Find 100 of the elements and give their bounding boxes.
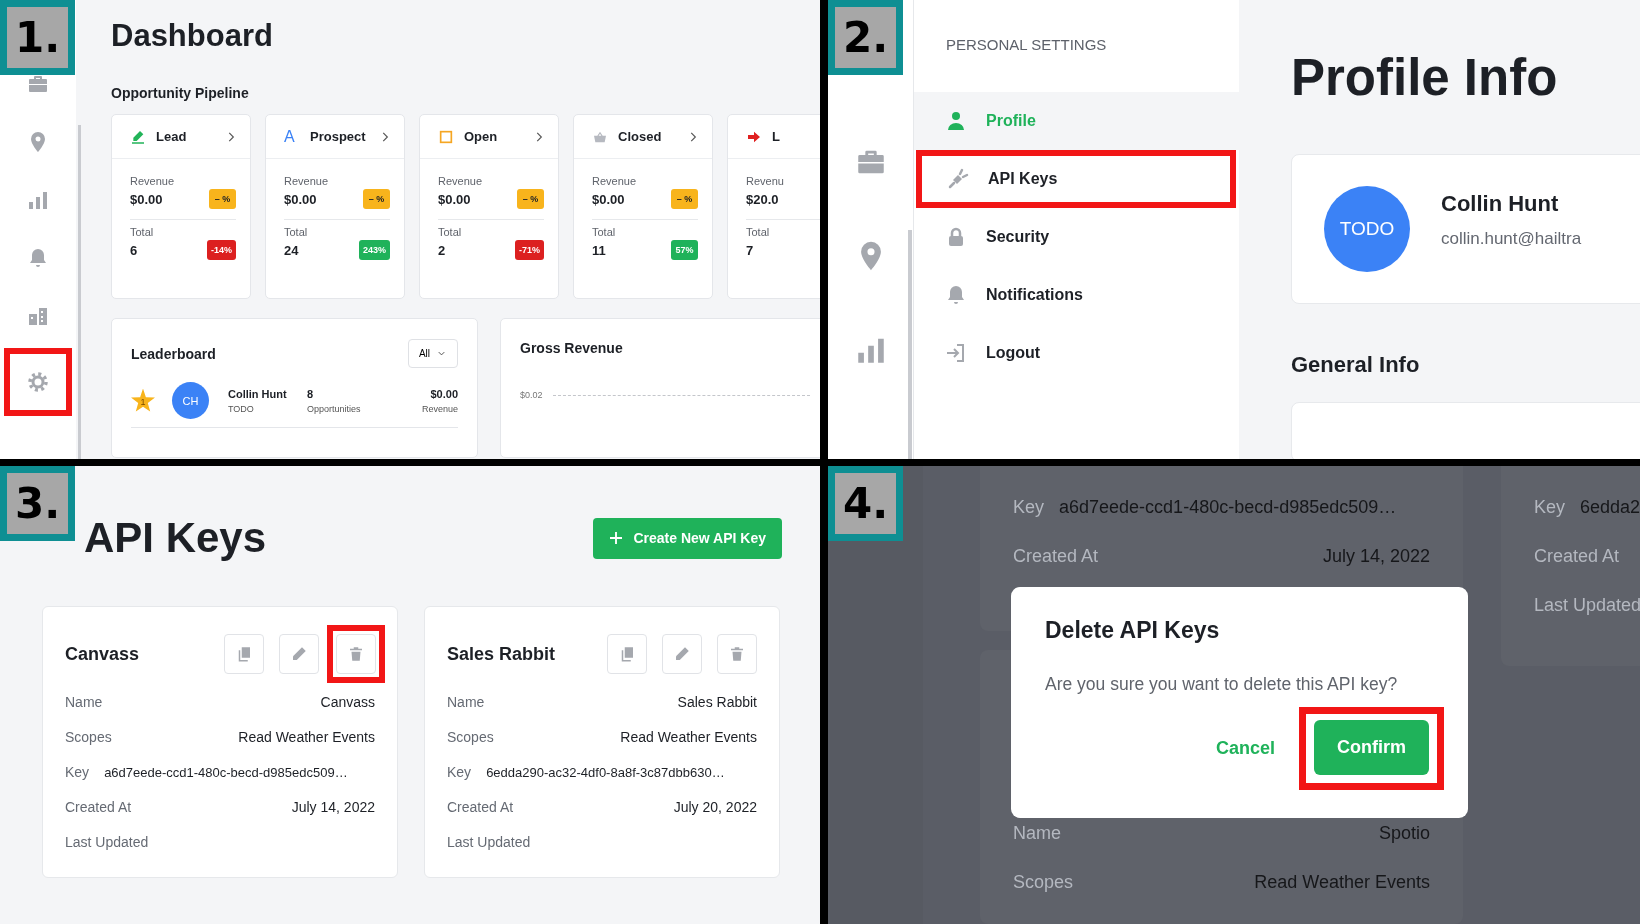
square-icon — [438, 128, 454, 145]
stage-title[interactable]: L — [772, 129, 820, 144]
field-value: Read Weather Events — [620, 729, 757, 745]
copy-button[interactable] — [224, 634, 264, 674]
copy-button[interactable] — [607, 634, 647, 674]
amount-label: Revenue — [421, 403, 458, 414]
change-badge: – % — [363, 189, 390, 209]
stage-title[interactable]: Prospect — [310, 129, 368, 144]
delete-button[interactable] — [717, 634, 757, 674]
step-badge: 1. — [0, 0, 75, 75]
field-value: a6d7eede-ccd1-480c-becd-d985edc509… — [1059, 496, 1397, 518]
menu-item[interactable]: Notifications — [914, 266, 1239, 324]
metric-value: $0.00 — [284, 191, 317, 207]
field-label: Scopes — [1013, 871, 1074, 893]
metric-value: 7 — [746, 242, 754, 258]
revenue-amount: $0.00 — [430, 387, 458, 400]
change-badge: 57% — [671, 240, 698, 260]
field-value: Read Weather Events — [238, 729, 375, 745]
metric-label: Total — [284, 226, 309, 238]
field-label: Created At — [65, 799, 132, 815]
pencil-icon — [290, 645, 308, 663]
field-label: Created At — [1534, 545, 1620, 567]
menu-heading: PERSONAL SETTINGS — [945, 36, 1108, 55]
metric-label: Revenue — [130, 175, 176, 187]
pen-icon — [130, 128, 146, 145]
metric-label: Revenue — [284, 175, 330, 187]
trash-icon — [728, 645, 746, 663]
card-title: Gross Revenue — [520, 340, 623, 356]
change-badge: – % — [517, 189, 544, 209]
metric-label: Total — [746, 226, 771, 238]
axis-label: $0.02 — [520, 390, 543, 400]
card-title: Leaderboard — [131, 345, 216, 362]
person-name: Collin Hunt — [228, 387, 288, 400]
field-label: Last Updated — [1534, 594, 1640, 616]
profile-name: Collin Hunt — [1441, 191, 1560, 217]
step-badge: 2. — [828, 0, 903, 75]
filter-dropdown[interactable]: All — [407, 339, 458, 368]
edit-button[interactable] — [279, 634, 319, 674]
stage-title[interactable]: Open — [464, 129, 522, 144]
opportunity-count: 8 — [307, 387, 315, 400]
field-label: Name — [1013, 822, 1061, 844]
change-badge: 243% — [358, 240, 390, 260]
menu-item[interactable]: Security — [914, 208, 1239, 266]
metric-value: $0.00 — [130, 191, 163, 207]
metric-value: 6 — [130, 242, 138, 258]
change-badge: -14% — [207, 240, 236, 260]
field-value: July 14, 2022 — [291, 799, 375, 815]
menu-item[interactable]: API Keys — [922, 156, 1230, 202]
field-value: 6edda290-ac32-4df0-8a8f-3c87dbb630… — [486, 764, 725, 780]
field-value: Spotio — [1378, 822, 1430, 844]
metric-label: Revenue — [438, 175, 484, 187]
step-badge: 3. — [0, 466, 75, 541]
field-value: Canvass — [320, 694, 375, 710]
section-title: Opportunity Pipeline — [111, 85, 250, 101]
metric-value: 2 — [438, 242, 446, 258]
metric-value: $0.00 — [438, 191, 471, 207]
card-title: Sales Rabbit — [447, 643, 557, 665]
metric-value: 11 — [592, 242, 606, 258]
dialog-title: Delete API Keys — [1045, 617, 1221, 644]
field-label: Key — [447, 764, 472, 780]
field-label: Created At — [1013, 545, 1099, 567]
stage-title[interactable]: Closed — [618, 129, 676, 144]
edit-button[interactable] — [662, 634, 702, 674]
field-label: Scopes — [65, 729, 112, 745]
avatar: CH — [172, 382, 209, 419]
section-title: General Info — [1291, 352, 1421, 378]
metric-value: $20.0 — [746, 191, 779, 207]
card-title: Canvass — [65, 643, 141, 665]
profile-email: collin.hunt@hailtra — [1441, 229, 1582, 249]
field-label: Key — [1534, 496, 1566, 518]
person-subtitle: TODO — [228, 403, 255, 414]
step-badge: 4. — [828, 466, 903, 541]
stage-title[interactable]: Lead — [156, 129, 214, 144]
field-label: Created At — [447, 799, 514, 815]
field-label: Key — [1013, 496, 1045, 518]
field-label: Last Updated — [447, 834, 531, 850]
dialog-message: Are you sure you want to delete this API key? — [1045, 674, 1399, 695]
trash-icon — [347, 645, 365, 663]
metric-value: $0.00 — [592, 191, 625, 207]
page-title: Profile Info — [1291, 48, 1559, 107]
field-label: Name — [65, 694, 103, 710]
field-value: Sales Rabbit — [677, 694, 757, 710]
field-value: Read Weather Events — [1254, 871, 1430, 893]
metric-label: Total — [438, 226, 463, 238]
delete-button[interactable] — [336, 634, 376, 674]
change-badge: – % — [209, 189, 236, 209]
page-title: Dashboard — [111, 18, 274, 54]
menu-item[interactable]: Logout — [914, 324, 1239, 382]
field-label: Last Updated — [65, 834, 149, 850]
change-badge: – % — [671, 189, 698, 209]
metric-label: Total — [130, 226, 155, 238]
field-label: Key — [65, 764, 90, 780]
field-value: July 14, 2022 — [1322, 545, 1430, 567]
avatar: TODO — [1324, 186, 1410, 272]
field-value: a6d7eede-ccd1-480c-becd-d985edc509… — [104, 764, 348, 780]
field-value: 6edda2 — [1580, 496, 1640, 518]
gear-icon[interactable] — [26, 370, 50, 394]
field-label: Scopes — [447, 729, 494, 745]
count-label: Opportunities — [307, 403, 362, 414]
metric-value: 24 — [284, 242, 299, 258]
